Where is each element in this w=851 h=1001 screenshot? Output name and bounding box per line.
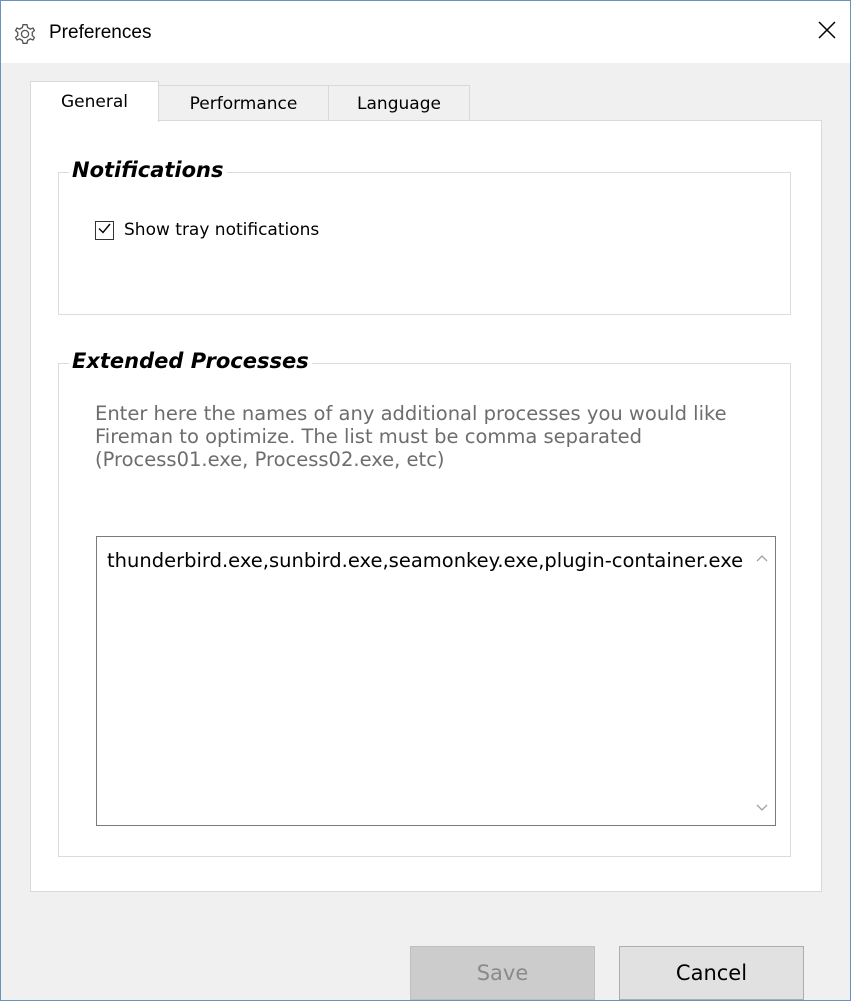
chevron-down-icon [756, 797, 768, 816]
extended-processes-textarea[interactable]: thunderbird.exe,sunbird.exe,seamonkey.ex… [96, 536, 776, 826]
checkbox-box[interactable] [95, 220, 114, 240]
tab-performance[interactable]: Performance [158, 85, 329, 121]
show-tray-notifications-label: Show tray notifications [124, 220, 320, 240]
tab-general[interactable]: General [30, 81, 159, 122]
scroll-up-button[interactable] [749, 543, 775, 569]
general-tab-panel: Notifications Show tray notifications Ex… [30, 120, 822, 892]
save-button[interactable]: Save [410, 946, 595, 1000]
window-title: Preferences [49, 22, 152, 43]
vertical-scrollbar[interactable] [749, 537, 775, 825]
extended-processes-group: Extended Processes Enter here the names … [58, 344, 791, 857]
extended-processes-description: Enter here the names of any additional p… [95, 402, 727, 471]
close-icon [817, 20, 837, 44]
title-bar: Preferences [1, 1, 850, 63]
extended-processes-value[interactable]: thunderbird.exe,sunbird.exe,seamonkey.ex… [107, 549, 747, 572]
tab-language[interactable]: Language [328, 85, 470, 121]
gear-icon [12, 21, 38, 47]
notifications-legend: Notifications [69, 153, 227, 187]
cancel-button[interactable]: Cancel [619, 946, 804, 1000]
close-button[interactable] [804, 1, 850, 63]
notifications-group: Notifications Show tray notifications [58, 153, 791, 315]
show-tray-notifications-checkbox[interactable]: Show tray notifications [95, 220, 319, 240]
checkmark-icon [97, 221, 112, 240]
extended-processes-legend: Extended Processes [69, 344, 312, 378]
scroll-down-button[interactable] [749, 793, 775, 819]
preferences-window: Preferences General Performance Language… [0, 0, 851, 1001]
chevron-up-icon [756, 547, 768, 566]
